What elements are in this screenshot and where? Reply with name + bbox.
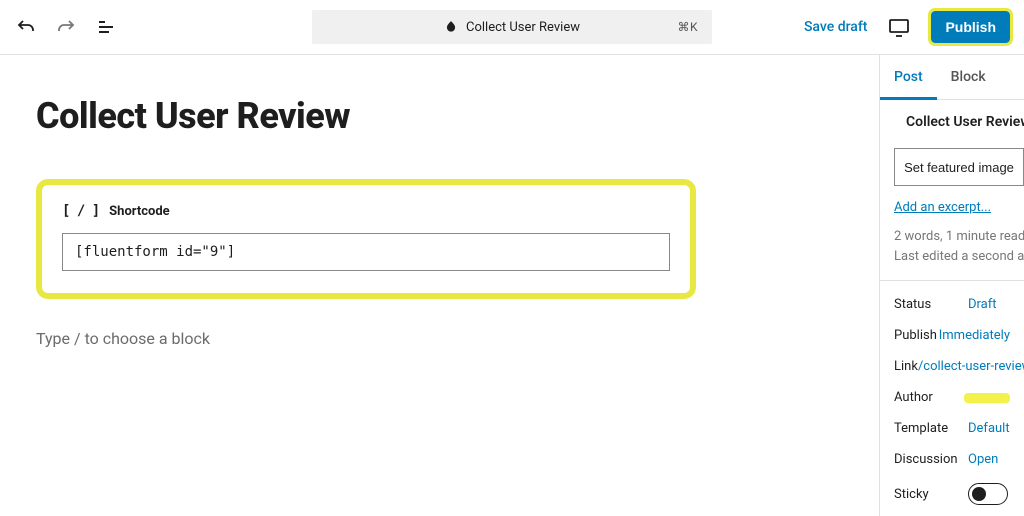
- discussion-value: Open: [968, 452, 998, 467]
- sticky-toggle[interactable]: [968, 483, 1008, 505]
- save-draft-button[interactable]: Save draft: [804, 19, 868, 35]
- document-overview-button[interactable]: [88, 9, 124, 45]
- row-discussion[interactable]: Discussion Open: [880, 444, 1024, 475]
- block-appender[interactable]: Type / to choose a block: [36, 329, 696, 348]
- add-excerpt-link[interactable]: Add an excerpt...: [880, 200, 1024, 227]
- row-template[interactable]: Template Default: [880, 413, 1024, 444]
- row-sticky: Sticky: [880, 475, 1024, 513]
- redo-button[interactable]: [48, 9, 84, 45]
- publish-value: Immediately: [939, 328, 1010, 343]
- set-featured-image-button[interactable]: Set featured image: [894, 148, 1024, 186]
- last-edited: Last edited a second ago.: [894, 247, 1010, 267]
- row-status[interactable]: Status Draft: [880, 289, 1024, 320]
- template-value: Default: [968, 421, 1010, 436]
- post-title[interactable]: Collect User Review: [36, 95, 879, 137]
- row-publish[interactable]: Publish Immediately: [880, 320, 1024, 351]
- sidebar-doc-title: Collect User Review: [906, 114, 1024, 130]
- publish-button[interactable]: Publish: [931, 11, 1010, 43]
- settings-sidebar: Post Block Collect User Review Set featu…: [879, 55, 1024, 516]
- row-link[interactable]: Link /collect-user-review: [880, 351, 1024, 382]
- preview-button[interactable]: [881, 9, 917, 45]
- row-author[interactable]: Author: [880, 382, 1024, 413]
- word-count: 2 words, 1 minute read time.: [894, 227, 1010, 247]
- document-command-bar[interactable]: Collect User Review ⌘K: [312, 10, 712, 44]
- document-title: Collect User Review: [466, 20, 580, 35]
- shortcode-input[interactable]: [62, 233, 670, 271]
- shortcode-label: Shortcode: [109, 204, 170, 219]
- author-value-redacted: [964, 393, 1010, 403]
- sidebar-tabs: Post Block: [880, 55, 1024, 100]
- tab-post[interactable]: Post: [880, 55, 937, 100]
- leaf-icon: [444, 20, 458, 34]
- status-value: Draft: [968, 297, 997, 312]
- link-value: /collect-user-review: [918, 359, 1024, 374]
- shortcode-block[interactable]: [ / ] Shortcode: [36, 179, 696, 299]
- shortcode-icon: [ / ]: [62, 203, 99, 219]
- command-shortcut: ⌘K: [677, 20, 698, 34]
- tab-block[interactable]: Block: [937, 55, 1000, 99]
- undo-button[interactable]: [8, 9, 44, 45]
- editor-canvas[interactable]: Collect User Review [ / ] Shortcode Type…: [0, 55, 879, 516]
